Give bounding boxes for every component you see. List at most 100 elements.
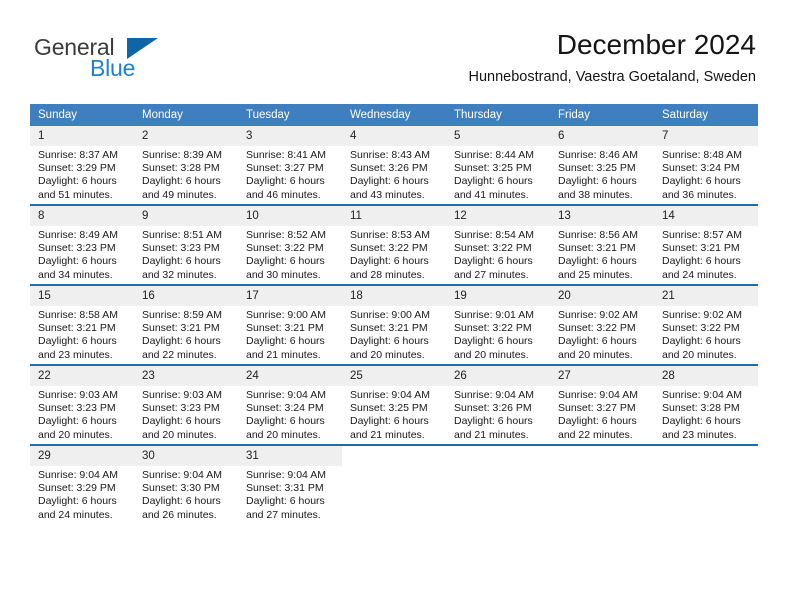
brand-logo[interactable]: General Blue (34, 34, 224, 86)
sunset-text: Sunset: 3:29 PM (38, 162, 116, 175)
day-info: Sunrise: 8:56 AM Sunset: 3:21 PM Daylight:… (550, 226, 654, 282)
day-info (342, 466, 446, 469)
day-cell[interactable]: 10 Sunrise: 8:52 AM Sunset: 3:22 PM Dayligh… (238, 204, 342, 285)
day-cell[interactable]: 13 Sunrise: 8:56 AM Sunset: 3:21 PM Dayligh… (550, 204, 654, 285)
day-number: 26 (446, 366, 550, 386)
day-cell[interactable]: 16 Sunrise: 8:59 AM Sunset: 3:21 PM Dayligh… (134, 284, 238, 365)
day-cell[interactable]: 2 Sunrise: 8:39 AM Sunset: 3:28 PM Daylight… (134, 126, 238, 205)
day-cell[interactable]: 28 Sunrise: 9:04 AM Sunset: 3:28 PM Dayligh… (654, 364, 758, 445)
day-number (654, 446, 758, 466)
week-row: 8 Sunrise: 8:49 AM Sunset: 3:23 PM Daylight… (30, 204, 758, 285)
week-row: 1 Sunrise: 8:37 AM Sunset: 3:29 PM Daylight… (30, 126, 758, 205)
daylight-text-line1: Daylight: 6 hours (558, 255, 637, 268)
sunrise-text: Sunrise: 8:56 AM (558, 229, 638, 241)
daylight-text-line1: Daylight: 6 hours (454, 175, 533, 188)
day-cell-empty (342, 444, 446, 524)
day-cell[interactable]: 5 Sunrise: 8:44 AM Sunset: 3:25 PM Daylight… (446, 126, 550, 205)
day-number: 2 (134, 126, 238, 146)
day-number: 6 (550, 126, 654, 146)
day-cell[interactable]: 1 Sunrise: 8:37 AM Sunset: 3:29 PM Daylight… (30, 126, 134, 205)
sunset-text: Sunset: 3:21 PM (350, 322, 428, 335)
day-number: 10 (238, 206, 342, 226)
day-info (550, 466, 654, 469)
day-cell[interactable]: 30 Sunrise: 9:04 AM Sunset: 3:30 PM Dayligh… (134, 444, 238, 524)
daylight-text-line1: Daylight: 6 hours (38, 415, 117, 428)
day-cell[interactable]: 7 Sunrise: 8:48 AM Sunset: 3:24 PM Daylight… (654, 126, 758, 205)
sunrise-text: Sunrise: 9:00 AM (350, 309, 430, 321)
day-cell[interactable]: 23 Sunrise: 9:03 AM Sunset: 3:23 PM Dayligh… (134, 364, 238, 445)
week-row: 29 Sunrise: 9:04 AM Sunset: 3:29 PM Dayligh… (30, 444, 758, 524)
sunset-text: Sunset: 3:28 PM (142, 162, 220, 175)
day-number: 30 (134, 446, 238, 466)
day-cell[interactable]: 14 Sunrise: 8:57 AM Sunset: 3:21 PM Dayligh… (654, 204, 758, 285)
sunrise-text: Sunrise: 9:03 AM (38, 389, 118, 401)
weekday-header-saturday: Saturday (654, 104, 758, 126)
day-info: Sunrise: 9:02 AM Sunset: 3:22 PM Daylight:… (550, 306, 654, 362)
day-number: 7 (654, 126, 758, 146)
sunset-text: Sunset: 3:25 PM (350, 402, 428, 415)
sunrise-text: Sunrise: 8:49 AM (38, 229, 118, 241)
day-cell[interactable]: 12 Sunrise: 8:54 AM Sunset: 3:22 PM Dayligh… (446, 204, 550, 285)
day-cell[interactable]: 19 Sunrise: 9:01 AM Sunset: 3:22 PM Dayligh… (446, 284, 550, 365)
daylight-text-line1: Daylight: 6 hours (558, 175, 637, 188)
daylight-text-line2: and 20 minutes. (454, 348, 529, 361)
sunrise-text: Sunrise: 8:57 AM (662, 229, 742, 241)
daylight-text-line2: and 51 minutes. (38, 188, 113, 201)
sunrise-text: Sunrise: 8:52 AM (246, 229, 326, 241)
sunset-text: Sunset: 3:21 PM (246, 322, 324, 335)
sunrise-text: Sunrise: 9:01 AM (454, 309, 534, 321)
day-cell[interactable]: 26 Sunrise: 9:04 AM Sunset: 3:26 PM Dayligh… (446, 364, 550, 445)
weekday-header-wednesday: Wednesday (342, 104, 446, 126)
sunrise-text: Sunrise: 8:39 AM (142, 149, 222, 161)
title-block: December 2024 Hunnebostrand, Vaestra Goe… (468, 28, 756, 86)
sunrise-text: Sunrise: 9:04 AM (246, 469, 326, 481)
sunrise-text: Sunrise: 9:03 AM (142, 389, 222, 401)
day-info: Sunrise: 9:02 AM Sunset: 3:22 PM Daylight:… (654, 306, 758, 362)
page-title: December 2024 (556, 29, 756, 60)
sunrise-text: Sunrise: 8:37 AM (38, 149, 118, 161)
sunrise-text: Sunrise: 9:04 AM (38, 469, 118, 481)
day-cell[interactable]: 6 Sunrise: 8:46 AM Sunset: 3:25 PM Daylight… (550, 126, 654, 205)
sunset-text: Sunset: 3:24 PM (662, 162, 740, 175)
day-cell[interactable]: 31 Sunrise: 9:04 AM Sunset: 3:31 PM Dayligh… (238, 444, 342, 524)
sunset-text: Sunset: 3:22 PM (662, 322, 740, 335)
daylight-text-line1: Daylight: 6 hours (246, 335, 325, 348)
daylight-text-line2: and 41 minutes. (454, 188, 529, 201)
day-number: 19 (446, 286, 550, 306)
day-cell[interactable]: 4 Sunrise: 8:43 AM Sunset: 3:26 PM Daylight… (342, 126, 446, 205)
daylight-text-line2: and 34 minutes. (38, 268, 113, 281)
daylight-text-line2: and 27 minutes. (246, 508, 321, 521)
day-cell[interactable]: 20 Sunrise: 9:02 AM Sunset: 3:22 PM Dayligh… (550, 284, 654, 365)
day-cell[interactable]: 24 Sunrise: 9:04 AM Sunset: 3:24 PM Dayligh… (238, 364, 342, 445)
daylight-text-line2: and 20 minutes. (38, 428, 113, 441)
daylight-text-line2: and 27 minutes. (454, 268, 529, 281)
day-number: 9 (134, 206, 238, 226)
daylight-text-line1: Daylight: 6 hours (142, 415, 221, 428)
day-cell[interactable]: 22 Sunrise: 9:03 AM Sunset: 3:23 PM Dayligh… (30, 364, 134, 445)
day-cell[interactable]: 29 Sunrise: 9:04 AM Sunset: 3:29 PM Dayligh… (30, 444, 134, 524)
sunrise-text: Sunrise: 9:04 AM (662, 389, 742, 401)
sunrise-text: Sunrise: 9:02 AM (558, 309, 638, 321)
day-info: Sunrise: 9:00 AM Sunset: 3:21 PM Daylight:… (238, 306, 342, 362)
day-cell[interactable]: 8 Sunrise: 8:49 AM Sunset: 3:23 PM Daylight… (30, 204, 134, 285)
daylight-text-line2: and 21 minutes. (350, 428, 425, 441)
sunset-text: Sunset: 3:22 PM (350, 242, 428, 255)
sunset-text: Sunset: 3:22 PM (454, 242, 532, 255)
day-cell[interactable]: 21 Sunrise: 9:02 AM Sunset: 3:22 PM Dayligh… (654, 284, 758, 365)
day-cell[interactable]: 9 Sunrise: 8:51 AM Sunset: 3:23 PM Daylight… (134, 204, 238, 285)
sunrise-text: Sunrise: 9:04 AM (454, 389, 534, 401)
day-cell[interactable]: 25 Sunrise: 9:04 AM Sunset: 3:25 PM Dayligh… (342, 364, 446, 445)
day-number: 31 (238, 446, 342, 466)
sunrise-text: Sunrise: 9:04 AM (558, 389, 638, 401)
day-cell[interactable]: 27 Sunrise: 9:04 AM Sunset: 3:27 PM Dayligh… (550, 364, 654, 445)
day-cell[interactable]: 11 Sunrise: 8:53 AM Sunset: 3:22 PM Dayligh… (342, 204, 446, 285)
daylight-text-line2: and 20 minutes. (558, 348, 633, 361)
sunrise-text: Sunrise: 8:43 AM (350, 149, 430, 161)
day-number: 15 (30, 286, 134, 306)
day-cell[interactable]: 15 Sunrise: 8:58 AM Sunset: 3:21 PM Dayligh… (30, 284, 134, 365)
day-cell[interactable]: 18 Sunrise: 9:00 AM Sunset: 3:21 PM Dayligh… (342, 284, 446, 365)
day-cell[interactable]: 17 Sunrise: 9:00 AM Sunset: 3:21 PM Dayligh… (238, 284, 342, 365)
daylight-text-line1: Daylight: 6 hours (350, 175, 429, 188)
daylight-text-line1: Daylight: 6 hours (142, 255, 221, 268)
day-cell[interactable]: 3 Sunrise: 8:41 AM Sunset: 3:27 PM Daylight… (238, 126, 342, 205)
